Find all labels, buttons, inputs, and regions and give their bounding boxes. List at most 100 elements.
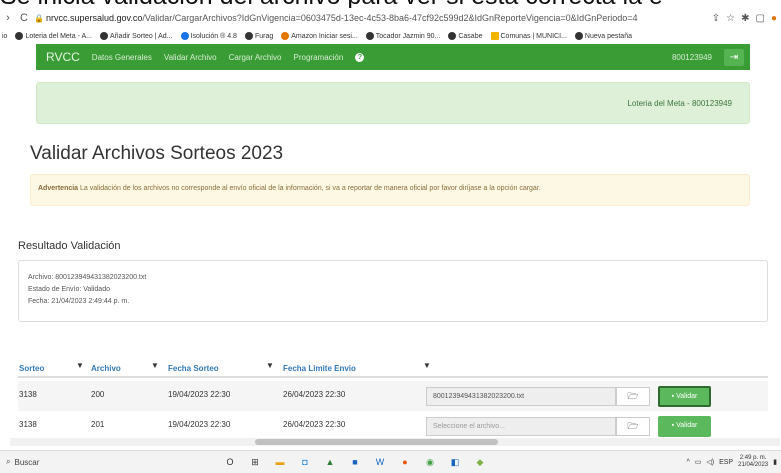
isolucion-icon xyxy=(180,32,189,40)
table-header: Sorteo ▼ Archivo ▼ Fecha Sorteo ▼ Fecha … xyxy=(18,358,768,378)
browse-button[interactable]: 🗁 xyxy=(616,387,650,406)
url-path: /Validar/CargarArchivos?IdGnVigencia=060… xyxy=(142,13,638,23)
profile-icon[interactable]: ● xyxy=(771,13,777,24)
bookmark-label: Nueva pestaña xyxy=(584,32,632,40)
validar-label: Validar xyxy=(676,393,698,400)
cell-archivo: 201 xyxy=(91,420,105,429)
filter-icon[interactable]: ▼ xyxy=(423,361,431,370)
bookmark-item[interactable]: Loteria del Meta - A... xyxy=(15,32,92,40)
bookmark-item[interactable]: Furag xyxy=(244,32,274,40)
sidebar-icon[interactable]: ▢ xyxy=(756,13,765,24)
filter-icon[interactable]: ▼ xyxy=(266,361,274,370)
scrollbar-thumb[interactable] xyxy=(255,439,498,445)
filter-icon[interactable]: ▼ xyxy=(76,361,84,370)
globe-icon xyxy=(15,32,24,40)
app-icon[interactable]: ■ xyxy=(349,456,361,468)
store-icon[interactable]: ◘ xyxy=(299,456,311,468)
app-icon[interactable]: ◆ xyxy=(474,456,486,468)
file-input[interactable]: Seleccione el archivo... xyxy=(426,417,616,436)
bookmark-item[interactable]: Nueva pestaña xyxy=(574,32,632,40)
bookmark-item[interactable]: Comunas | MUNICI... xyxy=(490,32,567,40)
col-fecha-limite[interactable]: Fecha Limite Envio xyxy=(283,364,356,373)
start-circle-icon[interactable]: O xyxy=(224,456,236,468)
star-icon[interactable]: ☆ xyxy=(726,13,735,24)
filter-icon[interactable]: ▼ xyxy=(151,361,159,370)
horizontal-scrollbar[interactable] xyxy=(10,438,780,446)
clock-date: 21/04/2023 xyxy=(738,462,769,468)
extensions-icon[interactable]: ✱ xyxy=(741,13,749,24)
bookmark-item[interactable]: Añadir Sorteo | Ad... xyxy=(100,32,173,40)
bookmark-label: Loteria del Meta - A... xyxy=(25,32,92,40)
taskbar-search[interactable]: ⌕ Buscar xyxy=(6,457,196,467)
volume-icon[interactable]: ◁) xyxy=(706,458,714,466)
bookmarks-overflow-icon[interactable]: io xyxy=(2,33,7,40)
bookmarks-bar: io Loteria del Meta - A... Añadir Sorteo… xyxy=(0,28,781,44)
nav-validar-archivo[interactable]: Validar Archivo xyxy=(164,53,217,62)
language-indicator[interactable]: ESP xyxy=(719,459,733,466)
screen: Se inicia validación del archivo para ve… xyxy=(0,0,781,473)
reload-icon[interactable]: C xyxy=(16,12,32,24)
firefox-icon[interactable]: ● xyxy=(399,456,411,468)
folder-icon: 🗁 xyxy=(627,421,639,431)
app-icon[interactable]: ▲ xyxy=(324,456,336,468)
bookmark-label: Isolución ® 4.8 xyxy=(190,32,237,40)
lock-icon[interactable]: 🔒 xyxy=(32,14,46,23)
browse-button[interactable]: 🗁 xyxy=(616,417,650,436)
forward-arrow-icon[interactable]: › xyxy=(0,12,16,24)
nav-datos-generales[interactable]: Datos Generales xyxy=(92,53,152,62)
brand-link[interactable]: RVCC xyxy=(46,50,80,64)
outlook-icon[interactable]: ◧ xyxy=(449,456,461,468)
task-view-icon[interactable]: ⊞ xyxy=(249,456,261,468)
bookmark-item[interactable]: Isolución ® 4.8 xyxy=(180,32,237,40)
bookmark-label: Comunas | MUNICI... xyxy=(500,32,567,40)
search-label: Buscar xyxy=(14,457,40,467)
cell-fecha-sorteo: 19/04/2023 22:30 xyxy=(168,390,231,399)
folder-icon: 🗁 xyxy=(627,391,639,401)
page-title: Validar Archivos Sorteos 2023 xyxy=(30,143,284,164)
file-input[interactable]: 800123949431382023200.txt xyxy=(426,387,616,406)
result-archivo: Archivo: 80012394943138202320​0.txt xyxy=(28,274,147,281)
logout-icon: ⇥ xyxy=(729,51,739,63)
col-sorteo[interactable]: Sorteo xyxy=(19,364,44,373)
overlay-caption: Se inicia validación del archivo para ve… xyxy=(0,0,781,8)
chevron-up-icon[interactable]: ^ xyxy=(686,459,689,466)
file-explorer-icon[interactable]: ▬ xyxy=(274,456,286,468)
notification-icon[interactable]: ▮ xyxy=(773,458,777,466)
windows-taskbar: ⌕ Buscar O ⊞ ▬ ◘ ▲ ■ W ● ◉ ◧ ◆ ^ ▭ ◁) ES… xyxy=(0,450,781,473)
info-icon[interactable]: ? xyxy=(355,52,365,62)
word-icon[interactable]: W xyxy=(374,456,386,468)
globe-icon xyxy=(448,32,457,40)
chrome-icon[interactable]: ◉ xyxy=(424,456,436,468)
bookmark-item[interactable]: Tocador Jazmin 90... xyxy=(365,32,441,40)
result-panel: Archivo: 80012394943138202320​0.txt Esta… xyxy=(18,260,768,322)
col-archivo[interactable]: Archivo xyxy=(91,364,121,373)
bookmark-item[interactable]: Casabe xyxy=(448,32,483,40)
validar-button[interactable]: ▪ Validar xyxy=(658,386,711,407)
nav-cargar-archivo[interactable]: Cargar Archivo xyxy=(229,53,282,62)
col-fecha-sorteo[interactable]: Fecha Sorteo xyxy=(168,364,219,373)
clock-time: 2:49 p. m. xyxy=(739,455,767,461)
result-fecha: Fecha: 21/04/2023 2:49:44 p. m. xyxy=(28,298,130,305)
bookmark-item[interactable]: Amazon Iniciar sesi... xyxy=(281,32,358,40)
bookmark-label: Tocador Jazmin 90... xyxy=(375,32,441,40)
table-row: 3138 200 19/04/2023 22:30 26/04/2023 22:… xyxy=(18,381,768,411)
amazon-icon xyxy=(281,32,290,40)
shop-icon xyxy=(365,32,374,40)
entity-banner: Loteria del Meta - 800123949 xyxy=(36,82,750,124)
clock[interactable]: 2:49 p. m. 21/04/2023 xyxy=(738,455,768,469)
cell-sorteo: 3138 xyxy=(19,420,37,429)
navbar-right: 800123949 ⇥ xyxy=(672,48,744,66)
nav-programacion[interactable]: Programación xyxy=(294,53,344,62)
warning-text: La validación de los archivos no corresp… xyxy=(78,185,541,192)
url-field[interactable]: nrvcc.supersalud.gov.co/Validar/CargarAr… xyxy=(46,13,712,23)
validar-button[interactable]: ▪ Validar xyxy=(658,416,711,437)
share-icon[interactable]: ⇪ xyxy=(712,13,720,24)
cell-sorteo: 3138 xyxy=(19,390,37,399)
url-domain: nrvcc.supersalud.gov.co xyxy=(46,13,143,23)
network-icon[interactable]: ▭ xyxy=(695,458,702,466)
validar-label: Validar xyxy=(676,422,698,429)
table-row: 3138 201 19/04/2023 22:30 26/04/2023 22:… xyxy=(18,411,768,441)
bookmark-label: Furag xyxy=(254,32,274,40)
address-bar-actions: ⇪ ☆ ✱ ▢ ● xyxy=(712,13,781,24)
logout-button[interactable]: ⇥ xyxy=(724,48,744,66)
